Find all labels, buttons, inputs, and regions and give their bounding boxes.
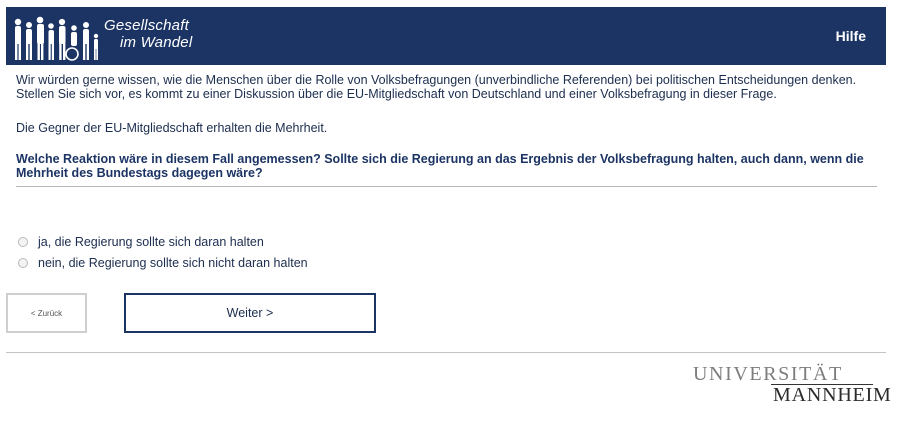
intro-text: Wir würden gerne wissen, wie die Mensche… — [16, 73, 857, 101]
option-label: ja, die Regierung sollte sich daran halt… — [38, 234, 264, 249]
option-label: nein, die Regierung sollte sich nicht da… — [38, 255, 308, 270]
logo-wordmark: Gesellschaft im Wandel — [104, 17, 192, 51]
radio-button[interactable] — [18, 257, 28, 268]
logo-rule — [771, 384, 873, 385]
university-logo: UNIVERSITÄT MANNHEIM — [693, 363, 892, 406]
university-line-1: UNIVERSITÄT — [693, 363, 843, 385]
logo-line-1: Gesellschaft — [104, 17, 189, 34]
people-silhouette-logo — [14, 16, 99, 61]
help-link[interactable]: Hilfe — [836, 28, 866, 44]
scenario-text: Die Gegner der EU-Mitgliedschaft erhalte… — [16, 121, 328, 135]
survey-content: Wir würden gerne wissen, wie die Mensche… — [16, 73, 876, 180]
footer-divider — [6, 352, 886, 353]
option-yes[interactable]: ja, die Regierung sollte sich daran halt… — [18, 231, 308, 252]
option-no[interactable]: nein, die Regierung sollte sich nicht da… — [18, 252, 308, 273]
header-bar: Gesellschaft im Wandel Hilfe — [6, 7, 886, 65]
university-line-2: MANNHEIM — [773, 384, 892, 406]
next-button[interactable]: Weiter > — [124, 293, 376, 333]
question-divider — [16, 186, 877, 187]
logo-line-2: im Wandel — [120, 34, 193, 51]
radio-button[interactable] — [18, 236, 28, 247]
back-button[interactable]: < Zurück — [6, 293, 87, 333]
answer-options: ja, die Regierung sollte sich daran halt… — [18, 231, 308, 273]
question-text: Welche Reaktion wäre in diesem Fall ange… — [16, 152, 864, 180]
